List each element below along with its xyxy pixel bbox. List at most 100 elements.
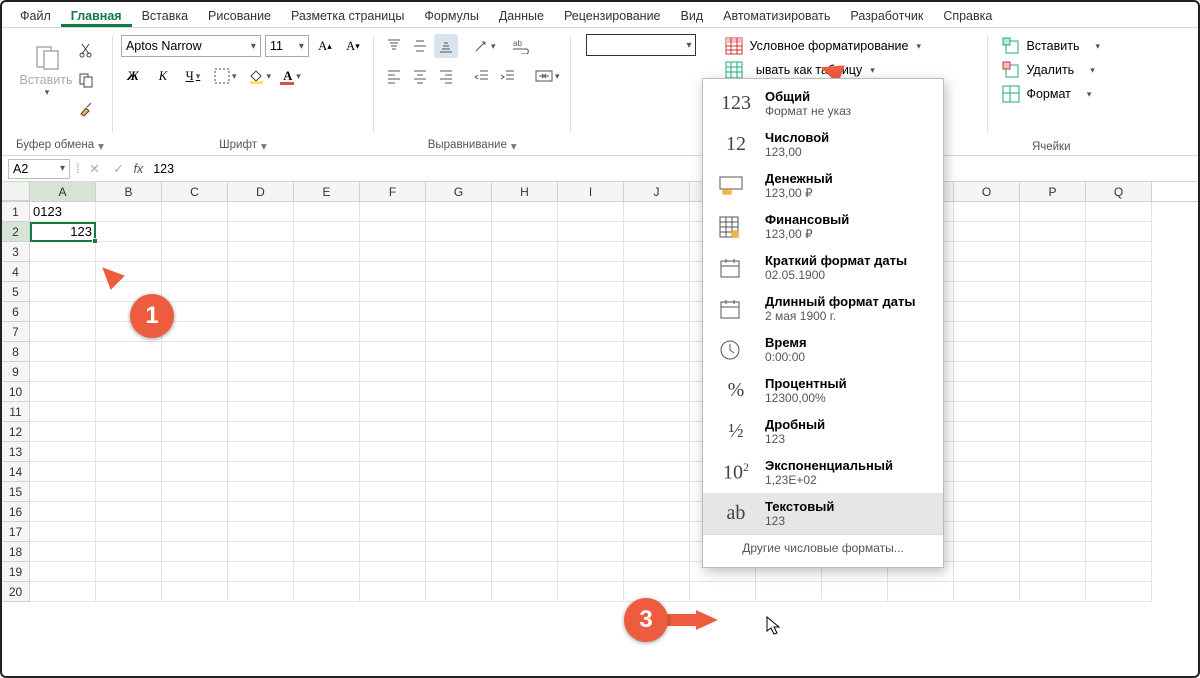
column-header[interactable]: F: [360, 182, 426, 201]
cell[interactable]: [558, 242, 624, 262]
row-header[interactable]: 2: [2, 222, 30, 242]
cell[interactable]: [228, 502, 294, 522]
fill-color-button[interactable]: ▾: [245, 64, 274, 88]
cell[interactable]: [162, 422, 228, 442]
cell[interactable]: [162, 502, 228, 522]
cell[interactable]: [30, 302, 96, 322]
clipboard-dialog-launcher[interactable]: ▾: [98, 139, 104, 153]
cell[interactable]: [1020, 582, 1086, 602]
delete-cells-button[interactable]: Удалить▾: [996, 58, 1100, 82]
cell[interactable]: [558, 562, 624, 582]
tab-Рисование[interactable]: Рисование: [198, 5, 281, 27]
cell[interactable]: [492, 462, 558, 482]
cell[interactable]: [624, 442, 690, 462]
cell[interactable]: [96, 402, 162, 422]
cell[interactable]: [426, 382, 492, 402]
align-dialog-launcher[interactable]: ▾: [511, 139, 517, 153]
cell[interactable]: [690, 582, 756, 602]
cell[interactable]: [492, 262, 558, 282]
column-header[interactable]: E: [294, 182, 360, 201]
align-right-button[interactable]: [434, 64, 458, 88]
cell[interactable]: [228, 202, 294, 222]
cell[interactable]: [96, 342, 162, 362]
cell[interactable]: [96, 222, 162, 242]
cell[interactable]: [492, 522, 558, 542]
cell[interactable]: [624, 322, 690, 342]
row-header[interactable]: 19: [2, 562, 30, 582]
cell[interactable]: [360, 582, 426, 602]
cell[interactable]: [558, 322, 624, 342]
cell[interactable]: [624, 482, 690, 502]
cell[interactable]: [558, 202, 624, 222]
cell[interactable]: [294, 422, 360, 442]
cell[interactable]: [426, 242, 492, 262]
nf-item-Общий[interactable]: 123ОбщийФормат не указ: [703, 83, 943, 124]
cell[interactable]: [954, 202, 1020, 222]
nf-item-Текстовый[interactable]: abТекстовый123: [703, 493, 943, 534]
cell[interactable]: [1020, 362, 1086, 382]
cell[interactable]: [96, 482, 162, 502]
cell[interactable]: [426, 282, 492, 302]
cell[interactable]: [558, 362, 624, 382]
cell[interactable]: [294, 282, 360, 302]
cell[interactable]: [360, 502, 426, 522]
row-header[interactable]: 3: [2, 242, 30, 262]
merge-cells-button[interactable]: ▾: [532, 64, 563, 88]
select-all-corner[interactable]: [2, 182, 30, 201]
cell[interactable]: [492, 442, 558, 462]
cell[interactable]: [96, 462, 162, 482]
cell[interactable]: [162, 442, 228, 462]
cell[interactable]: [426, 482, 492, 502]
nf-more-formats[interactable]: Другие числовые форматы...: [703, 534, 943, 561]
cell[interactable]: [492, 382, 558, 402]
cell[interactable]: [228, 402, 294, 422]
cell[interactable]: [30, 582, 96, 602]
cell[interactable]: [294, 442, 360, 462]
cell[interactable]: [426, 362, 492, 382]
cell[interactable]: [294, 302, 360, 322]
cell[interactable]: [1086, 382, 1152, 402]
font-size-combo[interactable]: 11▾: [265, 35, 309, 57]
insert-cells-button[interactable]: Вставить▾: [996, 34, 1106, 58]
cancel-edit-button[interactable]: ✕: [85, 157, 103, 181]
cell[interactable]: [1086, 542, 1152, 562]
cell[interactable]: [228, 482, 294, 502]
cell[interactable]: [426, 462, 492, 482]
font-color-button[interactable]: A▾: [280, 64, 304, 88]
cell[interactable]: [96, 242, 162, 262]
cell[interactable]: [1020, 242, 1086, 262]
column-header[interactable]: O: [954, 182, 1020, 201]
cell[interactable]: [1020, 282, 1086, 302]
cell[interactable]: [360, 282, 426, 302]
cell[interactable]: [426, 222, 492, 242]
cell[interactable]: [360, 242, 426, 262]
cell[interactable]: [294, 362, 360, 382]
row-header[interactable]: 18: [2, 542, 30, 562]
format-cells-button[interactable]: Формат▾: [996, 82, 1097, 106]
cell[interactable]: [294, 582, 360, 602]
cell[interactable]: [228, 342, 294, 362]
cell[interactable]: [558, 282, 624, 302]
bold-button[interactable]: Ж: [121, 64, 145, 88]
cell[interactable]: [624, 522, 690, 542]
cell[interactable]: [426, 322, 492, 342]
cell[interactable]: [294, 502, 360, 522]
tab-Автоматизировать[interactable]: Автоматизировать: [713, 5, 840, 27]
cell[interactable]: [954, 302, 1020, 322]
cell[interactable]: [30, 402, 96, 422]
cell[interactable]: [1020, 402, 1086, 422]
cell[interactable]: [30, 522, 96, 542]
cell[interactable]: [492, 542, 558, 562]
cell[interactable]: [162, 562, 228, 582]
font-dialog-launcher[interactable]: ▾: [261, 139, 267, 153]
cell[interactable]: [624, 202, 690, 222]
row-header[interactable]: 17: [2, 522, 30, 542]
cell[interactable]: [426, 262, 492, 282]
cell[interactable]: [1020, 422, 1086, 442]
cell[interactable]: [1020, 542, 1086, 562]
nf-item-Дробный[interactable]: ½Дробный123: [703, 411, 943, 452]
cell[interactable]: [1086, 222, 1152, 242]
nf-item-Процентный[interactable]: %Процентный12300,00%: [703, 370, 943, 411]
cell[interactable]: [228, 542, 294, 562]
confirm-edit-button[interactable]: ✓: [109, 157, 127, 181]
